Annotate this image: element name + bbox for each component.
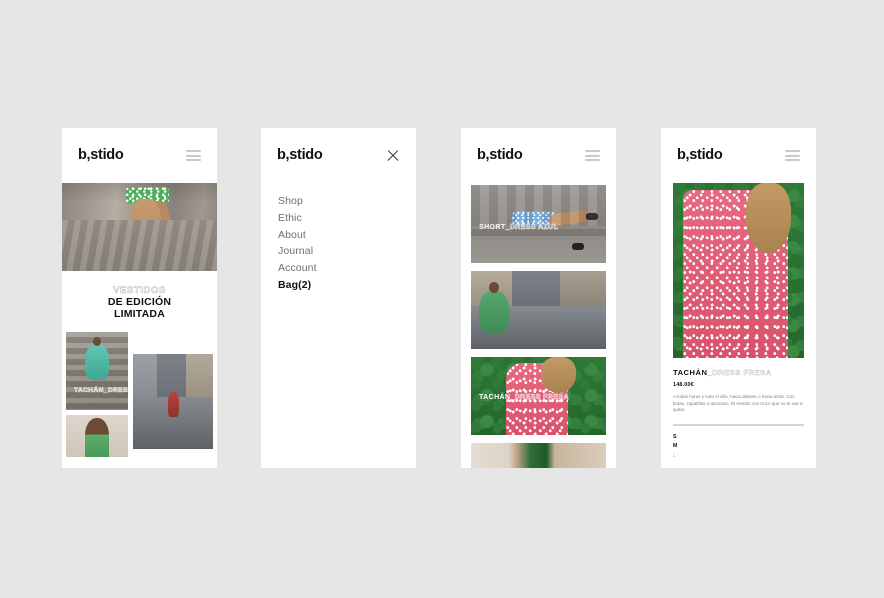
hero-headline-1: DE EDICIÓN (72, 296, 207, 308)
size-selector: S M L (673, 433, 804, 462)
phone-mockup-menu: b,stido Shop Ethic About Journal Account… (261, 128, 416, 468)
decor-legs (549, 209, 591, 227)
decor-model (85, 418, 110, 457)
menu-item-bag[interactable]: Bag(2) (278, 277, 399, 294)
hamburger-icon[interactable] (186, 150, 201, 161)
app-header: b,stido (62, 128, 217, 183)
phone-mockup-home: b,stido VESTIDOS DE EDICIÓN LIMITADA TAC… (62, 128, 217, 468)
close-icon[interactable] (386, 149, 400, 163)
product-brand: TACHÁN (673, 368, 708, 377)
decor-dress (85, 344, 110, 380)
menu-item-ethic[interactable]: Ethic (278, 210, 399, 227)
app-header: b,stido (261, 128, 416, 183)
decor-dress (168, 392, 179, 417)
product-name: _DRESS FRESA (510, 394, 568, 401)
product-price: 148.00€ (673, 382, 804, 388)
product-name: _DRESS MENTA (104, 387, 128, 394)
product-brand: TACHÁN (479, 394, 510, 401)
menu-item-shop[interactable]: Shop (278, 193, 399, 210)
menu-item-journal[interactable]: Journal (278, 243, 399, 260)
product-grid: TACHÁN_DRESS MENTA TACHÁN_DRESS FRESA (62, 332, 217, 457)
product-card[interactable]: TACHÁN_DRESS FRESA (133, 354, 213, 449)
size-option-s[interactable]: S (673, 433, 804, 443)
decor-building-right (186, 354, 213, 422)
product-label: TACHÁN_DRESS FRESA (133, 428, 213, 435)
product-info: TACHÁN_DRESS FRESA 148.00€ A todas horas… (661, 368, 816, 461)
screenshot-stage: b,stido VESTIDOS DE EDICIÓN LIMITADA TAC… (0, 0, 884, 598)
hero-overline: VESTIDOS (72, 285, 207, 296)
product-name: _DRESS FRESA (708, 368, 772, 377)
decor-hair (541, 357, 576, 393)
product-title: TACHÁN_DRESS FRESA (673, 368, 804, 377)
size-option-m[interactable]: M (673, 442, 804, 452)
hamburger-icon[interactable] (785, 150, 800, 161)
product-description: A todas horas y todo el año, hacia delan… (673, 394, 804, 414)
phone-mockup-product-detail: b,stido TACHÁN_DRESS FRESA 148.00€ A tod… (661, 128, 816, 468)
app-header: b,stido (461, 128, 616, 183)
product-card[interactable]: SHORT_DRESS VERDE (471, 271, 606, 349)
product-card[interactable]: TACHÁN_DRESS FRESA (471, 357, 606, 435)
product-card[interactable] (66, 415, 128, 457)
menu-item-about[interactable]: About (278, 227, 399, 244)
brand-logo[interactable]: b,stido (277, 148, 322, 163)
product-name: _DRESS FRESA (171, 428, 213, 435)
product-hero-image[interactable] (673, 183, 804, 358)
product-label: TACHÁN_DRESS FRESA (471, 394, 606, 401)
brand-logo[interactable]: b,stido (477, 148, 522, 163)
decor-shoe (572, 243, 584, 250)
size-option-l[interactable]: L (673, 452, 804, 462)
product-brand: TACHÁN (141, 428, 171, 435)
product-name: _DRESS VERDE (506, 308, 565, 315)
product-brand: SHORT (479, 224, 506, 231)
phone-mockup-catalog: b,stido SHORT_DRESS AZUL SHORT_DRESS VER… (461, 128, 616, 468)
product-label: TACHÁN_DRESS MENTA (66, 387, 128, 394)
app-header: b,stido (661, 128, 816, 183)
product-card[interactable] (471, 443, 606, 468)
product-card[interactable]: SHORT_DRESS AZUL (471, 185, 606, 263)
decor-hair (746, 183, 791, 253)
decor-dress (479, 291, 509, 333)
menu-item-account[interactable]: Account (278, 260, 399, 277)
decor-shoe (586, 213, 598, 220)
decor-building-left (133, 354, 157, 419)
decor-building-right (560, 271, 606, 327)
product-card[interactable]: TACHÁN_DRESS MENTA (66, 332, 128, 410)
main-navigation: Shop Ethic About Journal Account Bag(2) (261, 183, 416, 294)
hamburger-icon[interactable] (585, 150, 600, 161)
hero-image[interactable] (62, 183, 217, 271)
divider (673, 424, 804, 426)
grid-column-left: TACHÁN_DRESS MENTA (66, 332, 128, 457)
product-label: SHORT_DRESS AZUL (471, 224, 606, 231)
product-brand: TACHÁN (74, 387, 104, 394)
hero-copy: VESTIDOS DE EDICIÓN LIMITADA (62, 271, 217, 332)
grid-column-right: TACHÁN_DRESS FRESA (133, 332, 213, 457)
brand-logo[interactable]: b,stido (78, 148, 123, 163)
product-name: _DRESS AZUL (506, 224, 559, 231)
brand-logo[interactable]: b,stido (677, 148, 722, 163)
product-feed: SHORT_DRESS AZUL SHORT_DRESS VERDE TACHÁ… (461, 183, 616, 468)
decor-legs (130, 199, 161, 264)
hero-headline-2: LIMITADA (72, 308, 207, 320)
decor-dress (512, 211, 555, 227)
